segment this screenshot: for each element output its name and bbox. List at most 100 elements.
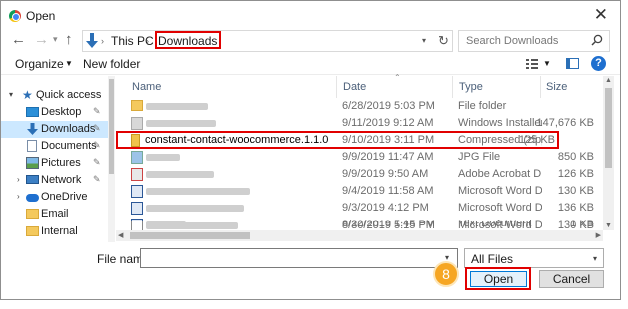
file-row-selected[interactable]: constant-contact-woocommerce.1.1.0 9/10/…	[116, 131, 559, 149]
column-header-date[interactable]: Date	[343, 81, 366, 93]
pin-icon: ✎	[93, 140, 101, 150]
documents-icon	[27, 140, 37, 152]
folder-icon	[131, 100, 143, 111]
redacted-file-name	[146, 205, 244, 212]
column-divider[interactable]	[336, 76, 337, 98]
vertical-scrollbar-thumb[interactable]	[605, 88, 612, 168]
expand-chevron-icon[interactable]: ▾	[9, 90, 13, 99]
installer-file-icon	[131, 117, 143, 130]
search-icon[interactable]	[591, 34, 603, 46]
file-list-vertical-scrollbar[interactable]: ▲ ▼	[603, 76, 614, 230]
file-type-filter-value: All Files	[471, 252, 514, 266]
column-header-size[interactable]: Size	[546, 81, 567, 93]
breadcrumb-downloads[interactable]: Downloads	[155, 31, 222, 49]
cancel-button[interactable]: Cancel	[539, 270, 604, 288]
redacted-file-name	[146, 120, 216, 127]
address-bar[interactable]: › This PC › Downloads ▾ ↻	[82, 30, 453, 52]
redacted-file-name	[146, 188, 250, 195]
word-file-icon	[131, 202, 143, 215]
file-size: 126 KB	[557, 168, 594, 180]
open-dialog: Open ✕ ← → ▾ ↑ › This PC › Downloads ▾ ↻…	[0, 0, 621, 300]
text-file-icon	[131, 221, 143, 230]
file-date: 6/28/2019 5:03 PM	[342, 100, 435, 112]
recent-locations-chevron-icon[interactable]: ▾	[53, 35, 58, 44]
address-dropdown-icon[interactable]: ▾	[422, 36, 426, 45]
file-list-horizontal-scrollbar[interactable]: ◀ ▶	[116, 230, 603, 241]
file-row[interactable]: 9/3/2019 4:12 PM Microsoft Word D... 136…	[118, 200, 598, 217]
refresh-icon[interactable]: ↻	[438, 33, 449, 49]
scroll-right-arrow-icon[interactable]: ▶	[596, 231, 601, 239]
nav-item-email[interactable]: Email	[1, 206, 108, 223]
up-arrow-icon[interactable]: ↑	[65, 32, 73, 47]
file-row[interactable]: 9/9/2019 9:50 AM Adobe Acrobat D... 126 …	[118, 166, 598, 183]
redacted-file-name	[146, 154, 180, 161]
file-date: 9/10/2019 3:11 PM	[342, 134, 435, 146]
file-size: 850 KB	[557, 151, 594, 163]
nav-label: Documents	[41, 140, 97, 152]
file-name: constant-contact-woocommerce.1.1.0	[145, 134, 329, 146]
pictures-icon	[26, 157, 39, 169]
change-view-icon[interactable]	[526, 59, 538, 70]
organize-button[interactable]: Organize	[15, 57, 64, 71]
nav-item-internal[interactable]: Internal	[1, 223, 108, 240]
nav-item-pictures[interactable]: Pictures ✎	[1, 155, 108, 172]
file-date: 9/11/2019 9:12 AM	[342, 117, 434, 129]
horizontal-scrollbar-thumb[interactable]	[130, 232, 250, 239]
file-date: 8/22/2019 1:48 PM	[342, 221, 435, 229]
pin-icon: ✎	[93, 106, 101, 116]
file-date: 9/3/2019 4:12 PM	[342, 202, 429, 214]
file-type: Microsoft Word D...	[458, 202, 542, 214]
chevron-down-icon[interactable]: ▼	[65, 59, 73, 68]
scroll-down-arrow-icon[interactable]: ▼	[605, 222, 612, 229]
nav-item-desktop[interactable]: Desktop ✎	[1, 104, 108, 121]
folder-icon	[26, 226, 39, 236]
nav-item-onedrive[interactable]: › OneDrive	[1, 189, 108, 206]
file-type: Microsoft Word D...	[458, 185, 542, 197]
column-divider[interactable]	[452, 76, 453, 98]
file-size: 130 KB	[557, 185, 594, 197]
nav-label: Pictures	[41, 157, 81, 169]
scroll-up-arrow-icon[interactable]: ▲	[605, 77, 612, 84]
file-row[interactable]: 9/9/2019 11:47 AM JPG File 850 KB	[118, 149, 598, 166]
nav-item-downloads[interactable]: Downloads ✎	[1, 121, 108, 138]
help-icon[interactable]: ?	[591, 56, 606, 71]
scroll-left-arrow-icon[interactable]: ◀	[118, 231, 123, 239]
preview-pane-icon[interactable]	[566, 58, 579, 69]
column-header-type[interactable]: Type	[459, 81, 483, 93]
folder-icon	[26, 209, 39, 219]
pin-icon: ✎	[93, 123, 101, 133]
expand-chevron-icon[interactable]: ›	[17, 192, 20, 201]
search-input[interactable]: Search Downloads	[458, 30, 610, 52]
file-date: 9/4/2019 11:58 AM	[342, 185, 434, 197]
column-header-name[interactable]: Name	[132, 81, 161, 93]
open-button[interactable]: Open	[470, 271, 527, 287]
network-icon	[26, 175, 39, 184]
view-options-chevron-icon[interactable]: ▼	[543, 59, 551, 68]
back-arrow-icon[interactable]: ←	[11, 32, 26, 47]
forward-arrow-icon[interactable]: →	[34, 32, 49, 47]
close-icon[interactable]: ✕	[594, 6, 608, 23]
title-bar: Open ✕	[1, 1, 620, 31]
new-folder-button[interactable]: New folder	[83, 57, 140, 71]
redacted-file-name	[146, 171, 214, 178]
file-type: JPG File	[458, 151, 501, 163]
file-name-input[interactable]	[140, 248, 458, 268]
redacted-file-name	[146, 221, 186, 228]
column-divider[interactable]	[540, 76, 541, 98]
file-row[interactable]: 9/11/2019 9:12 AM Windows Installer ... …	[118, 115, 598, 132]
nav-scrollbar-thumb[interactable]	[109, 79, 114, 174]
file-row[interactable]: 8/22/2019 1:48 PM Text Document 1 KB	[118, 221, 598, 230]
file-row[interactable]: 9/4/2019 11:58 AM Microsoft Word D... 13…	[118, 183, 598, 200]
nav-item-documents[interactable]: Documents ✎	[1, 138, 108, 155]
nav-quick-access[interactable]: ▾ ★ Quick access	[1, 87, 108, 104]
file-type: File folder	[458, 100, 507, 112]
chevron-down-icon: ▾	[592, 254, 597, 263]
nav-scrollbar[interactable]	[108, 76, 115, 242]
file-type-filter-select[interactable]: All Files ▾	[464, 248, 604, 268]
nav-label: Internal	[41, 225, 78, 237]
download-arrow-icon	[27, 123, 38, 135]
nav-item-network[interactable]: › Network ✎	[1, 172, 108, 189]
expand-chevron-icon[interactable]: ›	[17, 175, 20, 184]
file-row[interactable]: 6/28/2019 5:03 PM File folder	[118, 98, 598, 115]
sort-chevron-icon: ⌃	[394, 73, 401, 82]
